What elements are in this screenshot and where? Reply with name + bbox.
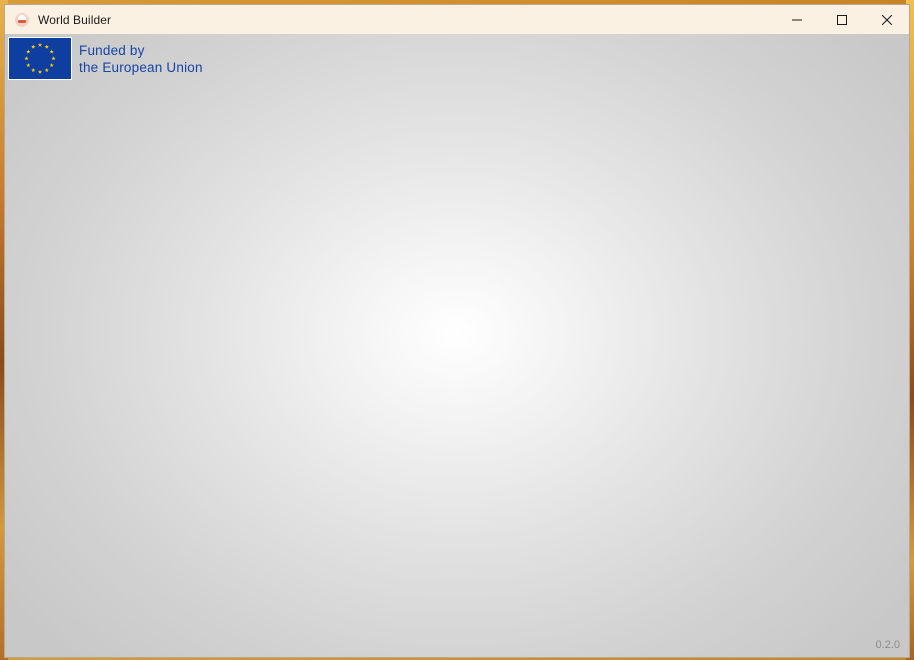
app-window: World Builder Funded by the European Uni…: [4, 4, 910, 658]
eu-star: [44, 44, 49, 49]
eu-star: [44, 67, 49, 72]
app-icon: [15, 12, 29, 27]
version-label: 0.2.0: [875, 639, 900, 651]
eu-star: [26, 63, 31, 68]
eu-funding-line1: Funded by: [79, 43, 145, 58]
eu-star: [24, 56, 29, 61]
eu-star: [49, 49, 54, 54]
eu-star: [49, 63, 54, 68]
minimize-button[interactable]: [774, 5, 819, 34]
eu-star: [51, 56, 56, 61]
eu-funding-text: Funded by the European Union: [79, 42, 203, 76]
title-bar[interactable]: World Builder: [5, 5, 909, 34]
eu-flag-icon: [8, 37, 72, 80]
eu-funding-line2: the European Union: [79, 60, 203, 75]
eu-star: [37, 42, 43, 47]
eu-star: [26, 49, 31, 54]
maximize-button[interactable]: [819, 5, 864, 34]
window-controls: [774, 5, 909, 34]
window-title: World Builder: [38, 12, 112, 27]
eu-star: [37, 69, 43, 74]
main-canvas[interactable]: Funded by the European Union 0.2.0: [5, 34, 909, 657]
minimize-icon: [791, 19, 802, 20]
eu-funding-badge: Funded by the European Union: [8, 37, 203, 80]
eu-star: [31, 67, 36, 72]
close-icon: [881, 14, 892, 25]
maximize-icon: [836, 14, 847, 25]
eu-star: [31, 44, 36, 49]
close-button[interactable]: [864, 5, 909, 34]
